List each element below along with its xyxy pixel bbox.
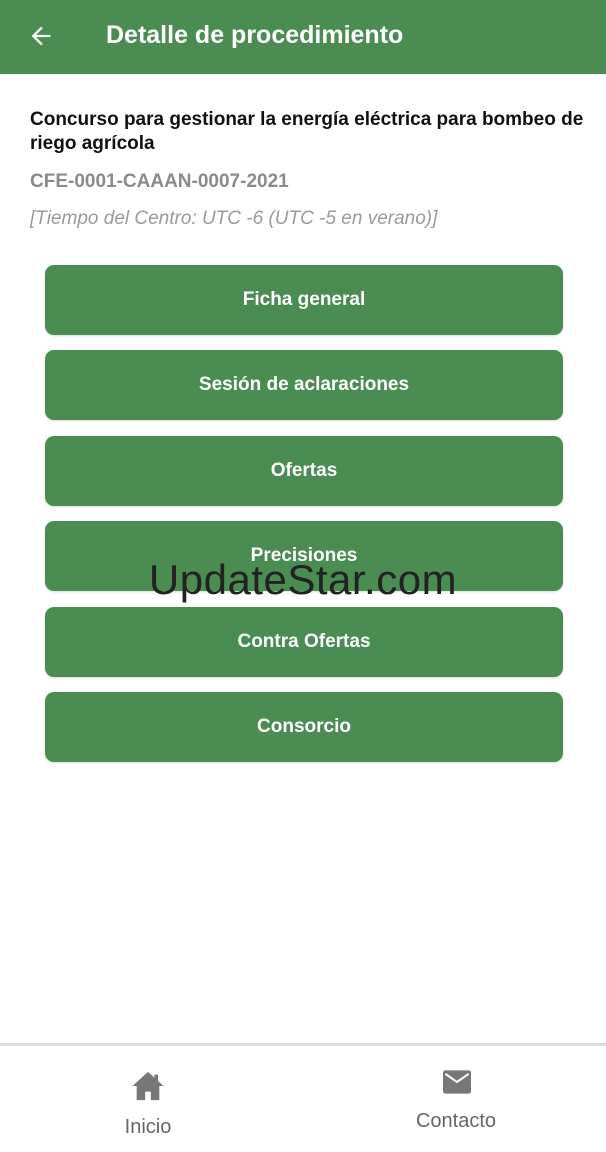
nav-item-inicio[interactable]: Inicio xyxy=(0,1046,303,1152)
procedure-menu: Ficha general Sesión de aclaraciones Ofe… xyxy=(45,265,563,777)
app-bar: Detalle de procedimiento xyxy=(0,0,606,74)
ficha-general-button[interactable]: Ficha general xyxy=(45,265,563,335)
nav-label-contacto: Contacto xyxy=(415,1110,497,1132)
arrow-left-icon xyxy=(31,26,51,46)
nav-item-contacto[interactable]: Contacto xyxy=(303,1046,606,1152)
page-title: Detalle de procedimiento xyxy=(106,21,404,49)
sesion-aclaraciones-button[interactable]: Sesión de aclaraciones xyxy=(45,350,563,421)
procedure-title: Concurso para gestionar la energía eléct… xyxy=(30,109,584,154)
home-icon xyxy=(132,1071,164,1101)
timezone-note: [Tiempo del Centro: UTC -6 (UTC -5 en ve… xyxy=(30,208,438,229)
precisiones-button[interactable]: Precisiones xyxy=(45,521,563,592)
consorcio-button[interactable]: Consorcio xyxy=(45,691,563,762)
nav-label-inicio: Inicio xyxy=(124,1116,172,1138)
bottom-navigation: Inicio Contacto xyxy=(0,1043,606,1152)
mail-icon xyxy=(443,1070,471,1094)
contra-ofertas-button[interactable]: Contra Ofertas xyxy=(45,606,563,677)
back-button[interactable] xyxy=(22,17,60,55)
procedure-code: CFE-0001-CAAAN-0007-2021 xyxy=(30,171,289,192)
ofertas-button[interactable]: Ofertas xyxy=(45,435,563,506)
